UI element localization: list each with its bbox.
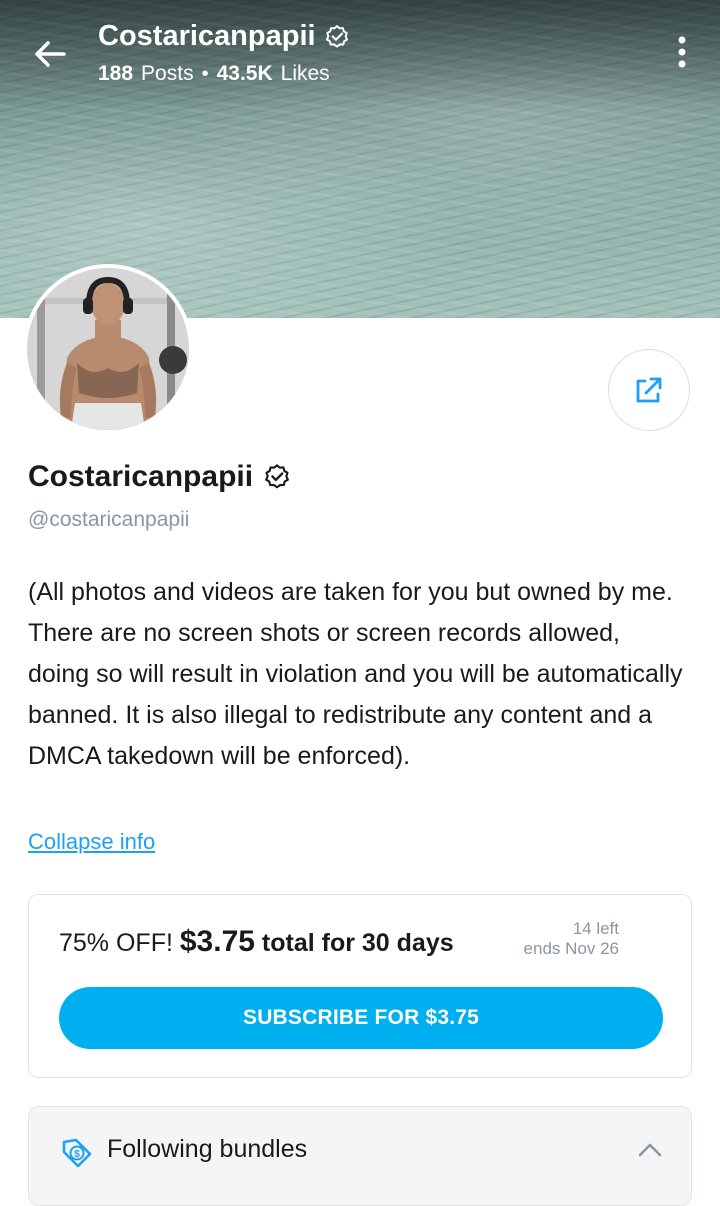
following-bundles-label: Following bundles bbox=[107, 1135, 308, 1163]
promo-duration: total for 30 days bbox=[261, 929, 454, 957]
promo-price: $3.75 bbox=[179, 925, 255, 958]
stats-separator: • bbox=[201, 62, 209, 85]
promo-card: 75% OFF! $3.75 total for 30 days 14 left… bbox=[28, 894, 692, 1078]
profile-handle: @costaricanpapii bbox=[28, 508, 190, 531]
promo-ends: ends Nov 26 bbox=[523, 939, 619, 958]
header-title: Costaricanpapii bbox=[98, 20, 350, 53]
profile-name-text: Costaricanpapii bbox=[28, 460, 254, 493]
verified-badge-icon bbox=[325, 24, 348, 48]
likes-label: Likes bbox=[280, 62, 330, 85]
back-arrow-icon[interactable] bbox=[26, 30, 74, 78]
header-stats: 188 Posts • 43.5K Likes bbox=[98, 62, 330, 86]
collapse-info-link[interactable]: Collapse info bbox=[28, 829, 155, 855]
svg-text:$: $ bbox=[74, 1149, 80, 1160]
avatar-photo bbox=[27, 268, 189, 430]
promo-discount: 75% OFF! bbox=[59, 929, 173, 957]
cover-shade bbox=[0, 0, 720, 110]
verified-badge-icon bbox=[265, 464, 289, 489]
avatar[interactable] bbox=[23, 264, 193, 434]
price-tag-icon: $ bbox=[62, 1138, 92, 1168]
header-title-text: Costaricanpapii bbox=[98, 20, 316, 52]
chevron-up-icon[interactable] bbox=[635, 1135, 665, 1165]
profile-bio: (All photos and videos are taken for you… bbox=[28, 578, 683, 770]
share-icon bbox=[636, 377, 662, 403]
more-vertical-icon[interactable] bbox=[664, 30, 700, 74]
subscribe-button[interactable]: SUBSCRIBE FOR $3.75 bbox=[59, 987, 663, 1049]
profile-name: Costaricanpapii bbox=[28, 460, 291, 494]
avatar-illustration bbox=[27, 268, 189, 430]
share-button[interactable] bbox=[608, 349, 690, 431]
promo-text: 75% OFF! $3.75 total for 30 days bbox=[59, 925, 454, 959]
posts-label: Posts bbox=[141, 62, 194, 85]
posts-count: 188 bbox=[98, 62, 134, 85]
likes-count: 43.5K bbox=[216, 62, 273, 85]
following-bundles-section[interactable]: $ Following bundles bbox=[28, 1106, 692, 1206]
promo-remaining: 14 left bbox=[572, 919, 619, 938]
